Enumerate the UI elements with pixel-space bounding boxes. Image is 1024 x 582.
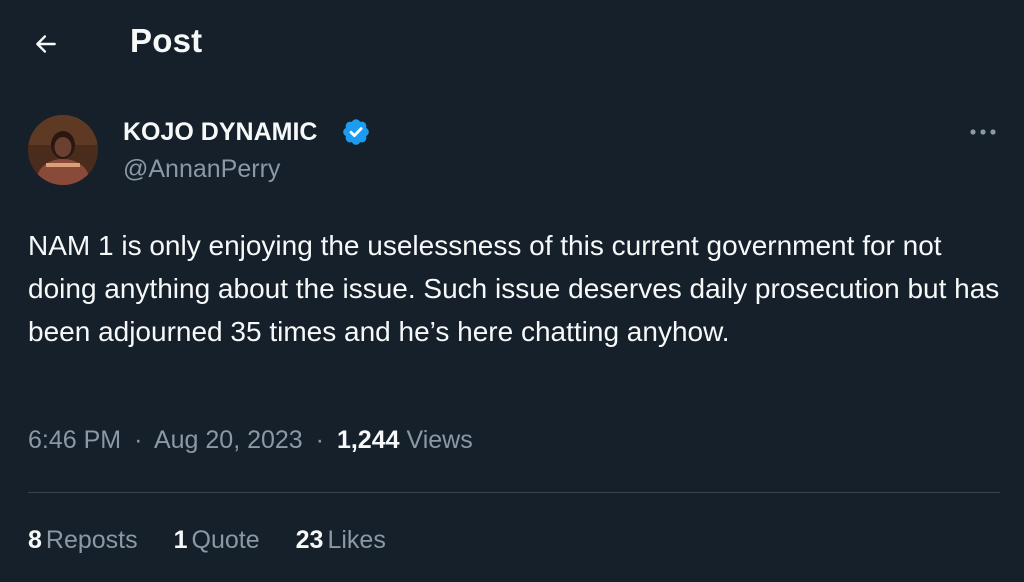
reposts-count: 8 xyxy=(28,526,42,554)
engagement-stats: 8 Reposts 1 Quote 23 Likes xyxy=(28,526,422,555)
page-title: Post xyxy=(130,22,203,59)
meta-separator: · xyxy=(315,426,324,454)
divider xyxy=(28,492,1000,493)
more-options-button[interactable] xyxy=(963,118,1003,146)
quotes-stat[interactable]: 1 Quote xyxy=(174,526,260,555)
likes-count: 23 xyxy=(295,526,324,554)
views-label: Views xyxy=(406,426,473,454)
post-text: NAM 1 is only enjoying the uselessness o… xyxy=(28,230,1000,347)
quotes-label: Quote xyxy=(191,526,260,554)
arrow-left-icon xyxy=(36,35,56,53)
post-page: Post KOJO DYNAMIC @AnnanPerry NAM 1 is o… xyxy=(0,0,1024,582)
author-name-row[interactable]: KOJO DYNAMIC xyxy=(123,117,371,147)
quotes-count: 1 xyxy=(173,526,188,554)
likes-stat[interactable]: 23 Likes xyxy=(296,526,386,555)
avatar[interactable] xyxy=(28,115,98,185)
author-display-name[interactable]: KOJO DYNAMIC xyxy=(123,118,317,147)
post-time[interactable]: 6:46 PM xyxy=(28,426,121,454)
post-meta: 6:46 PM · Aug 20, 2023 · 1,244 Views xyxy=(28,426,473,455)
views-count: 1,244 xyxy=(336,426,400,454)
meta-separator: · xyxy=(134,426,143,454)
reposts-stat[interactable]: 8 Reposts xyxy=(28,526,138,555)
more-dots-icon xyxy=(970,129,996,135)
avatar-image xyxy=(28,115,98,185)
verified-badge-icon[interactable] xyxy=(341,117,371,147)
post-header: Post xyxy=(0,0,1024,86)
reposts-label: Reposts xyxy=(45,526,138,554)
back-button[interactable] xyxy=(22,24,70,64)
likes-label: Likes xyxy=(327,526,386,554)
author-handle[interactable]: @AnnanPerry xyxy=(123,155,280,184)
post-date[interactable]: Aug 20, 2023 xyxy=(154,426,303,454)
